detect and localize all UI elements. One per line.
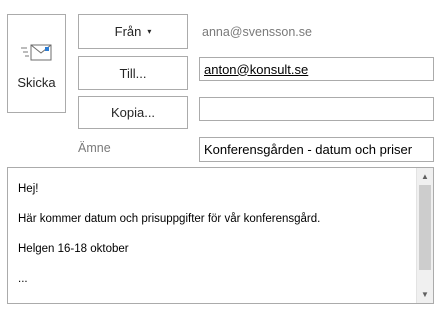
cc-field[interactable] [199,97,434,121]
body-line: Helgen 16-18 oktober [18,243,129,255]
cc-button[interactable]: Kopia... [78,96,188,129]
subject-label: Ämne [78,141,111,155]
to-button-label: Till... [119,65,147,81]
message-body[interactable]: Hej! Här kommer datum och prisuppgifter … [7,167,434,304]
send-button[interactable]: Skicka [7,14,66,113]
from-address: anna@svensson.se [202,25,312,39]
body-line: Här kommer datum och prisuppgifter för v… [18,213,321,225]
from-button-label: Från [114,24,142,39]
to-recipient[interactable]: anton@konsult.se [204,62,308,77]
send-label: Skicka [17,75,56,90]
scrollbar-thumb[interactable] [419,185,431,270]
to-field[interactable]: anton@konsult.se [199,57,434,81]
send-envelope-icon [20,44,51,61]
body-line: ... [18,273,28,285]
scroll-up-arrow-icon[interactable]: ▲ [417,168,433,185]
from-button[interactable]: Från ▾ [78,14,188,49]
chevron-down-icon: ▾ [147,27,152,36]
body-line: Hej! [18,183,39,195]
message-body-text: Hej! Här kommer datum och prisuppgifter … [18,183,320,303]
cc-button-label: Kopia... [110,105,156,120]
to-button[interactable]: Till... [78,56,188,90]
vertical-scrollbar[interactable]: ▲ ▼ [416,168,433,303]
subject-field[interactable]: Konferensgården - datum och priser [199,137,434,162]
scroll-down-arrow-icon[interactable]: ▼ [417,286,433,303]
subject-value: Konferensgården - datum och priser [204,142,413,157]
